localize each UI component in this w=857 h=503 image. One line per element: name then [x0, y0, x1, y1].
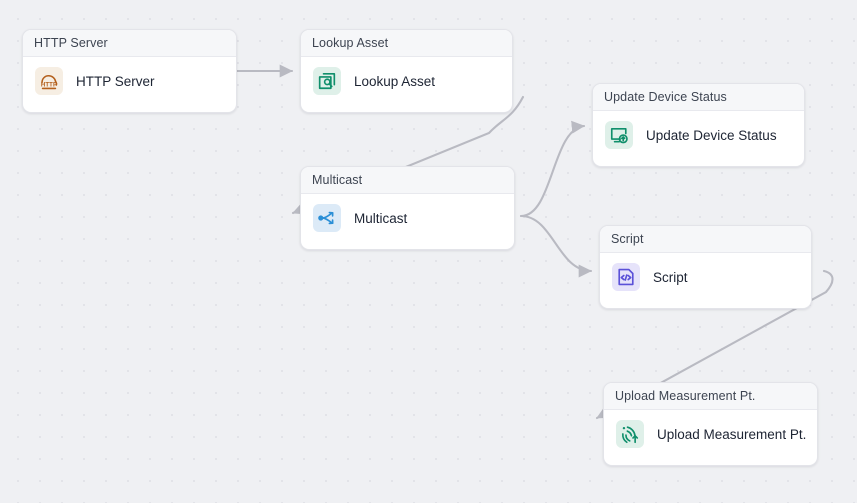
node-header: HTTP Server — [23, 30, 236, 57]
edge-multicast-to-script — [519, 214, 593, 278]
node-label: HTTP Server — [76, 73, 155, 89]
node-label: Lookup Asset — [354, 73, 436, 89]
edge-multicast-to-update-device-status — [519, 120, 586, 218]
node-body: Lookup Asset — [301, 57, 512, 105]
node-label: Script — [653, 269, 688, 285]
node-header-title: Lookup Asset — [312, 36, 389, 50]
node-header-title: Multicast — [312, 173, 363, 187]
http-cloud-icon: HTTP — [35, 67, 63, 95]
asset-search-icon — [313, 67, 341, 95]
node-script[interactable]: Script Script — [599, 225, 812, 309]
node-header: Update Device Status — [593, 84, 804, 111]
script-code-file-icon — [612, 263, 640, 291]
node-header: Upload Measurement Pt. — [604, 383, 817, 410]
node-header: Lookup Asset — [301, 30, 512, 57]
node-upload-measurement-pt[interactable]: Upload Measurement Pt. Upload Measuremen… — [603, 382, 818, 466]
node-label: Multicast — [354, 210, 408, 226]
node-body: Multicast — [301, 194, 514, 242]
node-http-server[interactable]: HTTP Server HTTP HTTP Server — [22, 29, 237, 113]
device-status-monitor-icon — [605, 121, 633, 149]
node-body: Upload Measurement Pt. — [604, 410, 817, 458]
node-header-title: Update Device Status — [604, 90, 727, 104]
node-lookup-asset[interactable]: Lookup Asset Lookup Asset — [300, 29, 513, 113]
node-header: Multicast — [301, 167, 514, 194]
node-body: Update Device Status — [593, 111, 804, 159]
node-body: Script — [600, 253, 811, 301]
node-body: HTTP HTTP Server — [23, 57, 236, 105]
upload-signal-icon — [616, 420, 644, 448]
node-update-device-status[interactable]: Update Device Status Update Device Statu… — [592, 83, 805, 167]
multicast-share-icon — [313, 204, 341, 232]
node-multicast[interactable]: Multicast Multicast — [300, 166, 515, 250]
node-header: Script — [600, 226, 811, 253]
node-header-title: Script — [611, 232, 644, 246]
node-label: Upload Measurement Pt. — [657, 426, 807, 442]
workflow-canvas[interactable]: HTTP Server HTTP HTTP Server Lookup Asse… — [0, 0, 857, 503]
node-header-title: HTTP Server — [34, 36, 108, 50]
node-header-title: Upload Measurement Pt. — [615, 389, 756, 403]
node-label: Update Device Status — [646, 127, 777, 143]
